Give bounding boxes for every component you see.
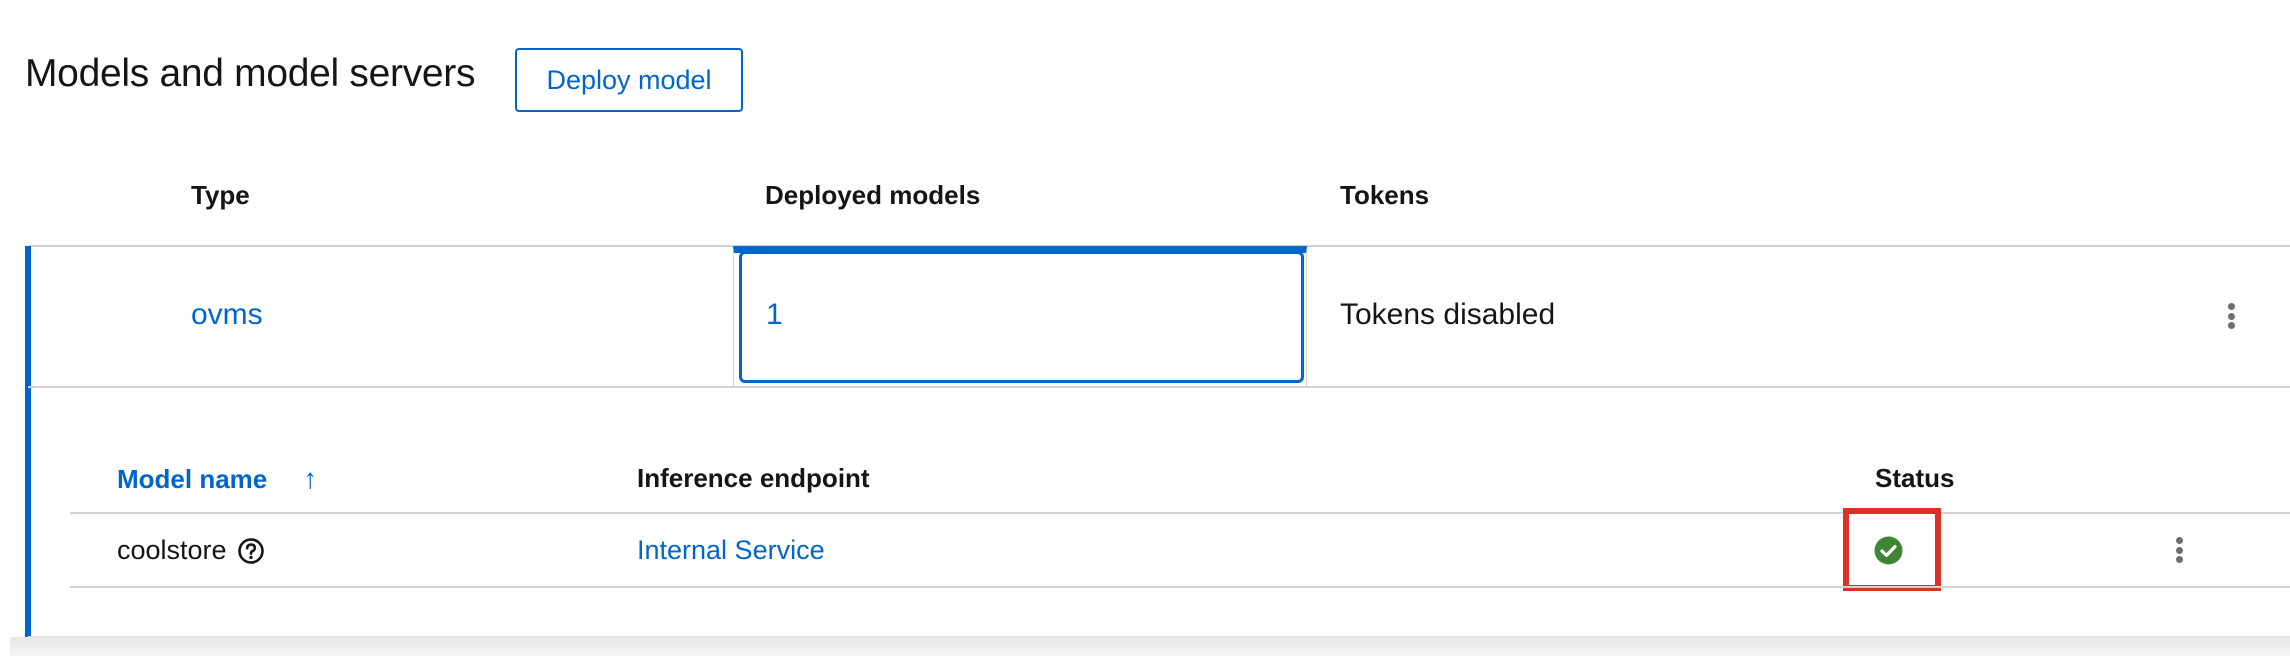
deploy-model-button[interactable]: Deploy model [515,48,743,112]
table-divider [28,386,2290,388]
table-divider [70,512,2290,514]
question-circle-icon[interactable] [237,537,265,565]
deployed-models-count[interactable]: 1 [766,298,783,332]
model-name: coolstore [117,535,227,565]
tokens-status: Tokens disabled [1340,298,1556,331]
model-name-label: Model name [117,463,268,494]
deployed-models-toggle[interactable] [739,251,1304,383]
column-header-type: Type [191,180,250,210]
column-header-model-name[interactable]: Model name ↑ [117,463,317,495]
inference-endpoint-link[interactable]: Internal Service [637,535,825,566]
row-accent-bar [25,246,31,637]
server-type-link[interactable]: ovms [191,298,263,332]
column-header-deployed-models: Deployed models [765,180,981,210]
model-kebab-icon[interactable] [2169,532,2189,568]
column-header-inference-endpoint: Inference endpoint [637,463,870,493]
sort-ascending-icon[interactable]: ↑ [303,463,317,495]
section-shadow [10,637,2290,656]
check-circle-icon [1874,536,1903,565]
model-name-cell: coolstore [117,535,265,566]
column-header-status: Status [1875,463,1955,493]
page-title: Models and model servers [25,52,476,95]
table-divider [70,586,2290,588]
column-header-tokens: Tokens [1340,180,1430,210]
server-kebab-icon[interactable] [2221,298,2241,334]
